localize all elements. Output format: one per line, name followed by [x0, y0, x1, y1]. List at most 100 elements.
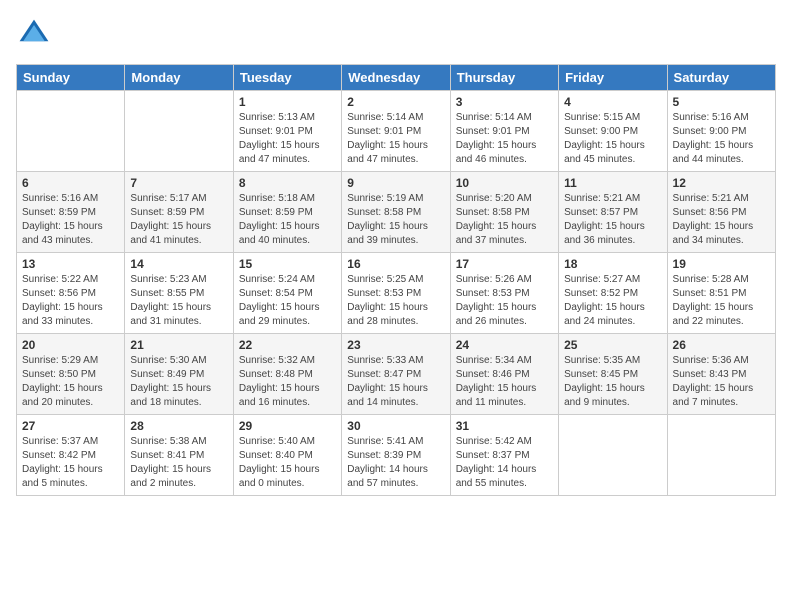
day-number: 18 [564, 257, 661, 271]
day-info: Sunrise: 5:33 AM Sunset: 8:47 PM Dayligh… [347, 354, 444, 410]
day-of-week-header: Thursday [450, 65, 558, 91]
day-number: 29 [239, 419, 336, 433]
logo [16, 16, 56, 52]
day-number: 6 [22, 176, 119, 190]
day-number: 12 [673, 176, 770, 190]
day-of-week-header: Wednesday [342, 65, 450, 91]
calendar-cell: 3Sunrise: 5:14 AM Sunset: 9:01 PM Daylig… [450, 91, 558, 172]
day-info: Sunrise: 5:25 AM Sunset: 8:53 PM Dayligh… [347, 273, 444, 329]
calendar-week-row: 6 Sunrise: 5:16 AM Sunset: 8:59 PM Daylig… [17, 172, 776, 253]
calendar-cell: 20 Sunrise: 5:29 AM Sunset: 8:50 PM Dayli… [17, 334, 125, 415]
day-info: Sunrise: 5:20 AM Sunset: 8:58 PM Dayligh… [456, 192, 553, 248]
day-number: 7 [130, 176, 227, 190]
day-info: Sunrise: 5:21 AM Sunset: 8:56 PM Dayligh… [673, 192, 770, 248]
calendar-cell: 18 Sunrise: 5:27 AM Sunset: 8:52 PM Dayli… [559, 253, 667, 334]
day-number: 8 [239, 176, 336, 190]
day-number: 17 [456, 257, 553, 271]
calendar-cell: 26 Sunrise: 5:36 AM Sunset: 8:43 PM Dayli… [667, 334, 775, 415]
calendar-cell: 12 Sunrise: 5:21 AM Sunset: 8:56 PM Dayli… [667, 172, 775, 253]
calendar-table: SundayMondayTuesdayWednesdayThursdayFrid… [16, 64, 776, 496]
day-info: Sunrise: 5:14 AM Sunset: 9:01 PM Dayligh… [347, 111, 444, 167]
day-number: 10 [456, 176, 553, 190]
calendar-week-row: 1Sunrise: 5:13 AM Sunset: 9:01 PM Daylig… [17, 91, 776, 172]
day-info: Sunrise: 5:18 AM Sunset: 8:59 PM Dayligh… [239, 192, 336, 248]
day-number: 20 [22, 338, 119, 352]
day-info: Sunrise: 5:36 AM Sunset: 8:43 PM Dayligh… [673, 354, 770, 410]
day-info: Sunrise: 5:14 AM Sunset: 9:01 PM Dayligh… [456, 111, 553, 167]
day-of-week-header: Monday [125, 65, 233, 91]
calendar-cell: 23Sunrise: 5:33 AM Sunset: 8:47 PM Dayli… [342, 334, 450, 415]
day-info: Sunrise: 5:41 AM Sunset: 8:39 PM Dayligh… [347, 435, 444, 491]
day-number: 27 [22, 419, 119, 433]
calendar-cell: 27 Sunrise: 5:37 AM Sunset: 8:42 PM Dayli… [17, 415, 125, 496]
calendar-cell: 4Sunrise: 5:15 AM Sunset: 9:00 PM Daylig… [559, 91, 667, 172]
calendar-cell: 14 Sunrise: 5:23 AM Sunset: 8:55 PM Dayli… [125, 253, 233, 334]
calendar-week-row: 20 Sunrise: 5:29 AM Sunset: 8:50 PM Dayli… [17, 334, 776, 415]
day-info: Sunrise: 5:38 AM Sunset: 8:41 PM Dayligh… [130, 435, 227, 491]
calendar-week-row: 27 Sunrise: 5:37 AM Sunset: 8:42 PM Dayli… [17, 415, 776, 496]
calendar-cell: 15 Sunrise: 5:24 AM Sunset: 8:54 PM Dayli… [233, 253, 341, 334]
day-number: 5 [673, 95, 770, 109]
day-number: 26 [673, 338, 770, 352]
day-of-week-header: Sunday [17, 65, 125, 91]
day-info: Sunrise: 5:26 AM Sunset: 8:53 PM Dayligh… [456, 273, 553, 329]
calendar-cell: 29 Sunrise: 5:40 AM Sunset: 8:40 PM Dayli… [233, 415, 341, 496]
calendar-cell: 17 Sunrise: 5:26 AM Sunset: 8:53 PM Dayli… [450, 253, 558, 334]
calendar-cell [559, 415, 667, 496]
day-info: Sunrise: 5:17 AM Sunset: 8:59 PM Dayligh… [130, 192, 227, 248]
day-info: Sunrise: 5:34 AM Sunset: 8:46 PM Dayligh… [456, 354, 553, 410]
calendar-cell: 22 Sunrise: 5:32 AM Sunset: 8:48 PM Dayli… [233, 334, 341, 415]
day-info: Sunrise: 5:22 AM Sunset: 8:56 PM Dayligh… [22, 273, 119, 329]
calendar-cell: 16 Sunrise: 5:25 AM Sunset: 8:53 PM Dayli… [342, 253, 450, 334]
calendar-header-row: SundayMondayTuesdayWednesdayThursdayFrid… [17, 65, 776, 91]
day-number: 1 [239, 95, 336, 109]
calendar-cell: 21Sunrise: 5:30 AM Sunset: 8:49 PM Dayli… [125, 334, 233, 415]
day-number: 9 [347, 176, 444, 190]
day-number: 28 [130, 419, 227, 433]
calendar-cell: 2 Sunrise: 5:14 AM Sunset: 9:01 PM Daylig… [342, 91, 450, 172]
day-info: Sunrise: 5:42 AM Sunset: 8:37 PM Dayligh… [456, 435, 553, 491]
day-info: Sunrise: 5:21 AM Sunset: 8:57 PM Dayligh… [564, 192, 661, 248]
day-info: Sunrise: 5:29 AM Sunset: 8:50 PM Dayligh… [22, 354, 119, 410]
calendar-cell: 5 Sunrise: 5:16 AM Sunset: 9:00 PM Daylig… [667, 91, 775, 172]
day-info: Sunrise: 5:32 AM Sunset: 8:48 PM Dayligh… [239, 354, 336, 410]
day-number: 31 [456, 419, 553, 433]
day-info: Sunrise: 5:15 AM Sunset: 9:00 PM Dayligh… [564, 111, 661, 167]
day-number: 14 [130, 257, 227, 271]
day-info: Sunrise: 5:23 AM Sunset: 8:55 PM Dayligh… [130, 273, 227, 329]
calendar-cell: 6 Sunrise: 5:16 AM Sunset: 8:59 PM Daylig… [17, 172, 125, 253]
day-info: Sunrise: 5:27 AM Sunset: 8:52 PM Dayligh… [564, 273, 661, 329]
day-info: Sunrise: 5:24 AM Sunset: 8:54 PM Dayligh… [239, 273, 336, 329]
day-number: 16 [347, 257, 444, 271]
day-number: 22 [239, 338, 336, 352]
day-number: 24 [456, 338, 553, 352]
calendar-cell [17, 91, 125, 172]
calendar-cell: 30 Sunrise: 5:41 AM Sunset: 8:39 PM Dayli… [342, 415, 450, 496]
calendar-cell: 13 Sunrise: 5:22 AM Sunset: 8:56 PM Dayli… [17, 253, 125, 334]
day-info: Sunrise: 5:40 AM Sunset: 8:40 PM Dayligh… [239, 435, 336, 491]
day-number: 30 [347, 419, 444, 433]
calendar-cell: 11Sunrise: 5:21 AM Sunset: 8:57 PM Dayli… [559, 172, 667, 253]
calendar-cell: 1Sunrise: 5:13 AM Sunset: 9:01 PM Daylig… [233, 91, 341, 172]
calendar-cell: 8 Sunrise: 5:18 AM Sunset: 8:59 PM Daylig… [233, 172, 341, 253]
day-number: 21 [130, 338, 227, 352]
day-info: Sunrise: 5:16 AM Sunset: 9:00 PM Dayligh… [673, 111, 770, 167]
calendar-cell [125, 91, 233, 172]
day-info: Sunrise: 5:16 AM Sunset: 8:59 PM Dayligh… [22, 192, 119, 248]
calendar-cell: 31 Sunrise: 5:42 AM Sunset: 8:37 PM Dayli… [450, 415, 558, 496]
calendar-week-row: 13 Sunrise: 5:22 AM Sunset: 8:56 PM Dayli… [17, 253, 776, 334]
calendar-cell: 28 Sunrise: 5:38 AM Sunset: 8:41 PM Dayli… [125, 415, 233, 496]
day-info: Sunrise: 5:37 AM Sunset: 8:42 PM Dayligh… [22, 435, 119, 491]
day-number: 25 [564, 338, 661, 352]
day-number: 15 [239, 257, 336, 271]
day-number: 2 [347, 95, 444, 109]
day-of-week-header: Tuesday [233, 65, 341, 91]
calendar-cell: 9 Sunrise: 5:19 AM Sunset: 8:58 PM Daylig… [342, 172, 450, 253]
day-info: Sunrise: 5:19 AM Sunset: 8:58 PM Dayligh… [347, 192, 444, 248]
calendar-cell: 19Sunrise: 5:28 AM Sunset: 8:51 PM Dayli… [667, 253, 775, 334]
day-number: 13 [22, 257, 119, 271]
calendar-cell: 24 Sunrise: 5:34 AM Sunset: 8:46 PM Dayli… [450, 334, 558, 415]
calendar-cell: 10 Sunrise: 5:20 AM Sunset: 8:58 PM Dayli… [450, 172, 558, 253]
page-header [16, 16, 776, 52]
day-info: Sunrise: 5:35 AM Sunset: 8:45 PM Dayligh… [564, 354, 661, 410]
